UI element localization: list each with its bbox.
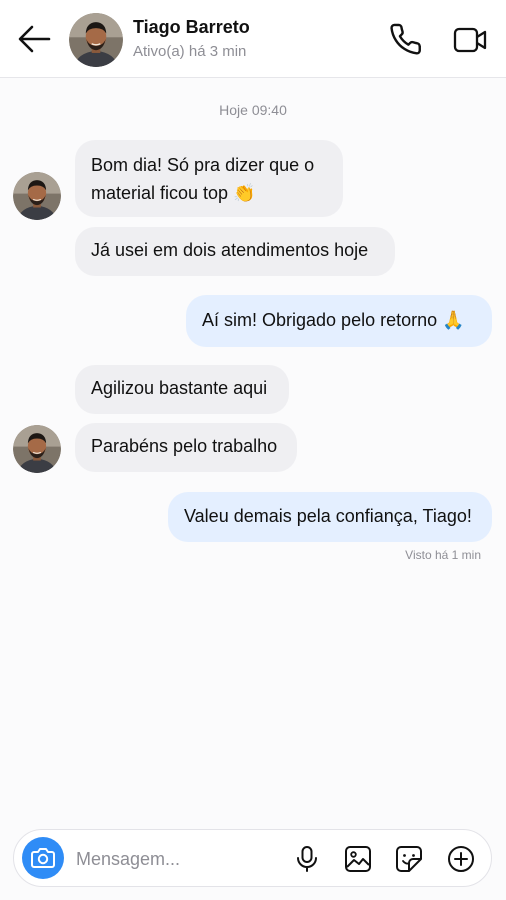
- image-icon: [345, 846, 371, 872]
- arrow-left-icon: [18, 25, 51, 53]
- conversation-timestamp: Hoje 09:40: [219, 102, 287, 118]
- phone-icon: [390, 23, 421, 55]
- contact-name[interactable]: Tiago Barreto: [133, 17, 250, 38]
- message-text: Bom dia! Só pra dizer que o: [91, 155, 315, 175]
- contact-avatar-small[interactable]: [13, 425, 61, 473]
- gallery-button[interactable]: [343, 844, 373, 874]
- message-text: Agilizou bastante aqui: [91, 378, 268, 398]
- plus-circle-icon: [448, 846, 474, 872]
- camera-icon: [31, 848, 55, 868]
- message-text: material ficou top 👏: [91, 183, 256, 203]
- contact-status: Ativo(a) há 3 min: [133, 43, 247, 60]
- message-bubble-incoming[interactable]: Parabéns pelo trabalho: [75, 423, 297, 472]
- message-text: Parabéns pelo trabalho: [91, 436, 278, 456]
- message-input[interactable]: [74, 842, 293, 876]
- message-bubble-incoming[interactable]: Agilizou bastante aqui: [75, 365, 289, 414]
- call-button[interactable]: [390, 23, 424, 57]
- microphone-button[interactable]: [292, 844, 322, 874]
- video-call-button[interactable]: [452, 24, 488, 56]
- back-button[interactable]: [16, 24, 52, 54]
- microphone-icon: [297, 846, 317, 872]
- message-composer: [13, 829, 492, 887]
- chat-header: Tiago Barreto Ativo(a) há 3 min: [0, 0, 506, 78]
- message-text: Valeu demais pela confiança, Tiago!: [184, 506, 472, 526]
- message-bubble-incoming[interactable]: Já usei em dois atendimentos hoje: [75, 227, 395, 276]
- contact-avatar[interactable]: [69, 13, 123, 67]
- seen-status: Visto há 1 min: [405, 548, 481, 562]
- contact-avatar-small[interactable]: [13, 172, 61, 220]
- message-bubble-incoming[interactable]: Bom dia! Só pra dizer que o material fic…: [75, 140, 343, 217]
- message-bubble-outgoing[interactable]: Valeu demais pela confiança, Tiago!: [168, 492, 492, 542]
- camera-button[interactable]: [22, 837, 64, 879]
- message-text: Já usei em dois atendimentos hoje: [91, 240, 369, 260]
- message-bubble-outgoing[interactable]: Aí sim! Obrigado pelo retorno 🙏: [186, 295, 492, 347]
- message-text: Aí sim! Obrigado pelo retorno 🙏: [202, 310, 465, 330]
- video-camera-icon: [453, 27, 487, 53]
- sticker-button[interactable]: [394, 844, 424, 874]
- add-button[interactable]: [446, 844, 476, 874]
- sticker-icon: [396, 846, 422, 872]
